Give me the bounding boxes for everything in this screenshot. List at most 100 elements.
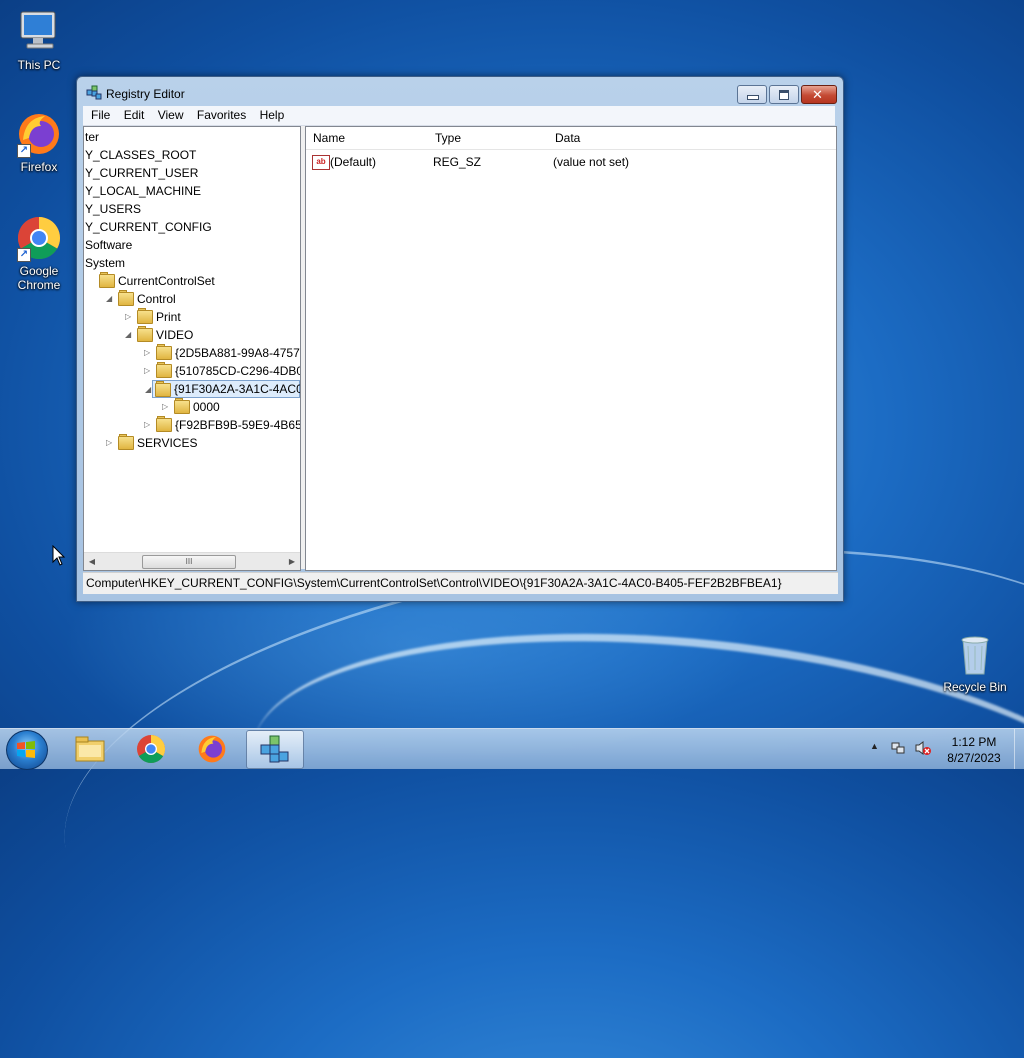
tree-node-label: Y_USERS — [85, 202, 142, 216]
menu-file[interactable]: File — [86, 106, 115, 123]
title-bar[interactable]: Registry Editor ✕ — [77, 77, 843, 107]
chrome-icon — [137, 735, 166, 764]
folder-icon — [156, 416, 172, 432]
folder-icon — [156, 344, 172, 360]
status-bar-path: Computer\HKEY_CURRENT_CONFIG\System\Curr… — [83, 572, 838, 594]
tree-node-label: ter — [85, 130, 100, 144]
desktop-icon-this-pc[interactable]: This PC — [2, 8, 76, 72]
expand-arrow-icon[interactable]: ▷ — [162, 398, 171, 416]
collapse-arrow-icon[interactable]: ◢ — [125, 326, 134, 344]
tree-node-label: System — [85, 256, 126, 270]
tree-node-label: {2D5BA881-99A8-4757-A0 — [175, 346, 300, 360]
folder-icon — [118, 290, 134, 306]
desktop-icon-recycle-bin[interactable]: Recycle Bin — [938, 630, 1012, 694]
taskbar-registry-editor[interactable] — [246, 730, 304, 769]
folder-icon — [174, 398, 190, 414]
tree-node-label: {510785CD-C296-4DB0-8B — [175, 364, 301, 378]
menu-bar: File Edit View Favorites Help — [83, 106, 835, 126]
start-button[interactable] — [6, 730, 48, 770]
show-desktop-button[interactable] — [1014, 729, 1024, 769]
desktop-icon-label: Google Chrome — [17, 264, 61, 292]
folder-icon — [99, 272, 115, 288]
value-type: REG_SZ — [433, 155, 482, 169]
tree-node-label: Y_CURRENT_USER — [85, 166, 199, 180]
taskbar-firefox[interactable] — [184, 730, 240, 767]
desktop-icon-label: This PC — [17, 58, 61, 72]
close-icon: ✕ — [812, 87, 823, 102]
taskbar-file-explorer[interactable] — [62, 730, 118, 767]
volume-muted-icon[interactable] — [914, 740, 932, 759]
taskbar-chrome[interactable] — [123, 730, 179, 767]
tree-node-label: {F92BFB9B-59E9-4B65-8AA — [175, 418, 300, 432]
column-header-type[interactable]: Type — [428, 127, 549, 149]
window-title: Registry Editor — [106, 87, 185, 101]
tree-node[interactable]: ◢ {91F30A2A-3A1C-4AC0-B4 — [145, 380, 301, 398]
minimize-icon — [747, 95, 759, 100]
scroll-right-arrow-icon[interactable]: ▶ — [284, 553, 300, 570]
recycle-bin-icon — [951, 630, 999, 678]
string-value-icon: ab — [312, 155, 330, 170]
tree-node-label: Control — [137, 292, 176, 306]
shortcut-arrow-icon: ↗ — [17, 144, 31, 158]
computer-icon — [15, 8, 63, 56]
menu-edit[interactable]: Edit — [119, 106, 150, 123]
network-icon[interactable] — [890, 740, 906, 759]
mouse-cursor-icon — [52, 545, 66, 566]
clock-date: 8/27/2023 — [947, 751, 1001, 765]
desktop-icon-chrome[interactable]: ↗ Google Chrome — [2, 214, 76, 292]
menu-help[interactable]: Help — [255, 106, 290, 123]
expand-arrow-icon[interactable]: ▷ — [144, 362, 153, 380]
clock[interactable]: 1:12 PM 8/27/2023 — [938, 734, 1010, 766]
values-list-pane[interactable]: Name Type Data ab (Default) REG_SZ (valu… — [305, 126, 837, 571]
file-explorer-icon — [75, 736, 105, 762]
regedit-icon — [86, 85, 102, 101]
folder-icon — [118, 434, 134, 450]
tree-node-label: {91F30A2A-3A1C-4AC0-B4 — [174, 382, 301, 396]
scroll-left-arrow-icon[interactable]: ◀ — [84, 553, 100, 570]
maximize-icon — [779, 90, 789, 100]
menu-view[interactable]: View — [153, 106, 189, 123]
shortcut-arrow-icon: ↗ — [17, 248, 31, 262]
firefox-icon: ↗ — [15, 110, 63, 158]
desktop-icon-firefox[interactable]: ↗ Firefox — [2, 110, 76, 174]
tree-node-label: Y_CLASSES_ROOT — [85, 148, 197, 162]
column-header-data[interactable]: Data — [548, 127, 835, 149]
value-data: (value not set) — [553, 155, 630, 169]
tree-node-label: Y_LOCAL_MACHINE — [85, 184, 202, 198]
expand-arrow-icon[interactable]: ▷ — [144, 344, 153, 362]
column-header-name[interactable]: Name — [306, 127, 429, 149]
maximize-button[interactable] — [769, 85, 799, 104]
tree-node-label: Y_CURRENT_CONFIG — [85, 220, 212, 234]
close-button[interactable]: ✕ — [801, 85, 837, 104]
folder-icon — [137, 326, 153, 342]
tree-node-label: SERVICES — [137, 436, 198, 450]
taskbar: ▲ 1:12 PM 8/27/2023 — [0, 728, 1024, 770]
tree-node-label: Software — [85, 238, 133, 252]
registry-tree-pane[interactable]: ▷ SERVICES ▷ {F92BFB9B-59E9-4B65-8AA ▷ 0000 ◢ {… — [83, 126, 301, 571]
scrollbar-thumb[interactable]: III — [142, 555, 236, 569]
menu-favorites[interactable]: Favorites — [192, 106, 251, 123]
folder-icon — [137, 308, 153, 324]
collapse-arrow-icon[interactable]: ◢ — [106, 290, 115, 308]
clock-time: 1:12 PM — [951, 735, 997, 749]
folder-icon — [155, 381, 171, 397]
desktop-icon-label: Firefox — [20, 160, 58, 174]
horizontal-scrollbar[interactable]: ◀ III ▶ — [84, 552, 300, 570]
tree-node-label: Print — [156, 310, 181, 324]
registry-editor-window: Registry Editor ✕ File Edit View Favorit… — [76, 76, 844, 602]
minimize-button[interactable] — [737, 85, 767, 104]
tree-node-label: VIDEO — [156, 328, 194, 342]
tree-node-label: CurrentControlSet — [118, 274, 215, 288]
expand-arrow-icon[interactable]: ▷ — [125, 308, 134, 326]
regedit-icon — [260, 735, 289, 763]
chrome-icon: ↗ — [15, 214, 63, 262]
folder-icon — [156, 362, 172, 378]
desktop-icon-label: Recycle Bin — [943, 680, 1007, 694]
expand-arrow-icon[interactable]: ▷ — [106, 434, 115, 452]
collapse-arrow-icon[interactable]: ◢ — [145, 381, 154, 399]
windows-logo-icon — [16, 740, 36, 760]
firefox-icon — [198, 735, 226, 763]
expand-arrow-icon[interactable]: ▷ — [144, 416, 153, 434]
tree-node-label: 0000 — [193, 400, 220, 414]
show-hidden-icons-icon[interactable]: ▲ — [870, 741, 879, 751]
